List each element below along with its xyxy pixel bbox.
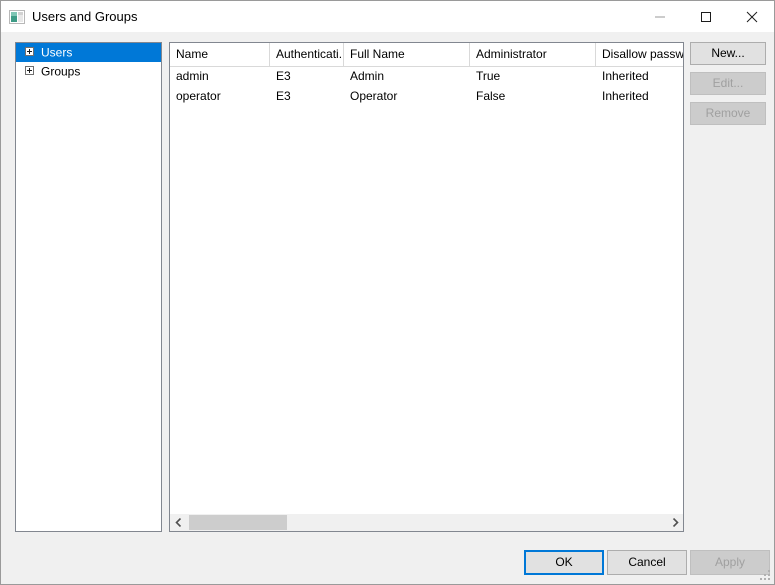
list-header-row: Name Authenticati... Full Name Administr… xyxy=(170,43,683,67)
ok-button[interactable]: OK xyxy=(524,550,604,575)
users-list-view[interactable]: Name Authenticati... Full Name Administr… xyxy=(169,42,684,532)
title-bar: Users and Groups xyxy=(1,1,774,32)
cell-disallow-password: Inherited xyxy=(596,86,683,106)
column-header-authentication[interactable]: Authenticati... xyxy=(270,43,344,66)
cell-administrator: True xyxy=(470,66,596,86)
horizontal-scrollbar[interactable] xyxy=(170,513,683,531)
cell-name: operator xyxy=(170,86,270,106)
remove-button: Remove xyxy=(690,102,766,125)
window-title: Users and Groups xyxy=(32,8,138,25)
new-button[interactable]: New... xyxy=(690,42,766,65)
tree-item-label: Groups xyxy=(41,64,80,78)
cell-full-name: Admin xyxy=(344,66,470,86)
tree-item-label: Users xyxy=(41,45,72,59)
scrollbar-thumb[interactable] xyxy=(189,515,287,530)
cell-full-name: Operator xyxy=(344,86,470,106)
expand-plus-icon[interactable] xyxy=(25,47,34,56)
table-row[interactable]: operator E3 Operator False Inherited xyxy=(170,86,683,106)
cell-name: admin xyxy=(170,66,270,86)
scroll-right-icon[interactable] xyxy=(666,514,683,531)
close-button[interactable] xyxy=(729,1,775,32)
cell-disallow-password: Inherited xyxy=(596,66,683,86)
column-header-disallow-password[interactable]: Disallow passwor xyxy=(596,43,683,66)
dialog-body: Users Groups Name Authenticati... Full N… xyxy=(1,32,774,584)
list-rows: admin E3 Admin True Inherited operator E… xyxy=(170,66,683,106)
cancel-button[interactable]: Cancel xyxy=(607,550,687,575)
expand-plus-icon[interactable] xyxy=(25,66,34,75)
cell-authentication: E3 xyxy=(270,86,344,106)
scroll-left-icon[interactable] xyxy=(170,514,187,531)
column-header-name[interactable]: Name xyxy=(170,43,270,66)
maximize-button[interactable] xyxy=(683,1,729,32)
edit-button: Edit... xyxy=(690,72,766,95)
tree-item-groups[interactable]: Groups xyxy=(16,62,161,81)
resize-grip-icon[interactable] xyxy=(759,569,771,581)
cell-administrator: False xyxy=(470,86,596,106)
users-and-groups-dialog: Users and Groups Users Groups xyxy=(0,0,775,585)
apply-button: Apply xyxy=(690,550,770,575)
column-header-administrator[interactable]: Administrator xyxy=(470,43,596,66)
column-header-full-name[interactable]: Full Name xyxy=(344,43,470,66)
table-row[interactable]: admin E3 Admin True Inherited xyxy=(170,66,683,86)
tree-item-users[interactable]: Users xyxy=(16,43,161,62)
application-window-icon xyxy=(9,9,25,25)
object-tree[interactable]: Users Groups xyxy=(15,42,162,532)
minimize-button[interactable] xyxy=(637,1,683,32)
cell-authentication: E3 xyxy=(270,66,344,86)
